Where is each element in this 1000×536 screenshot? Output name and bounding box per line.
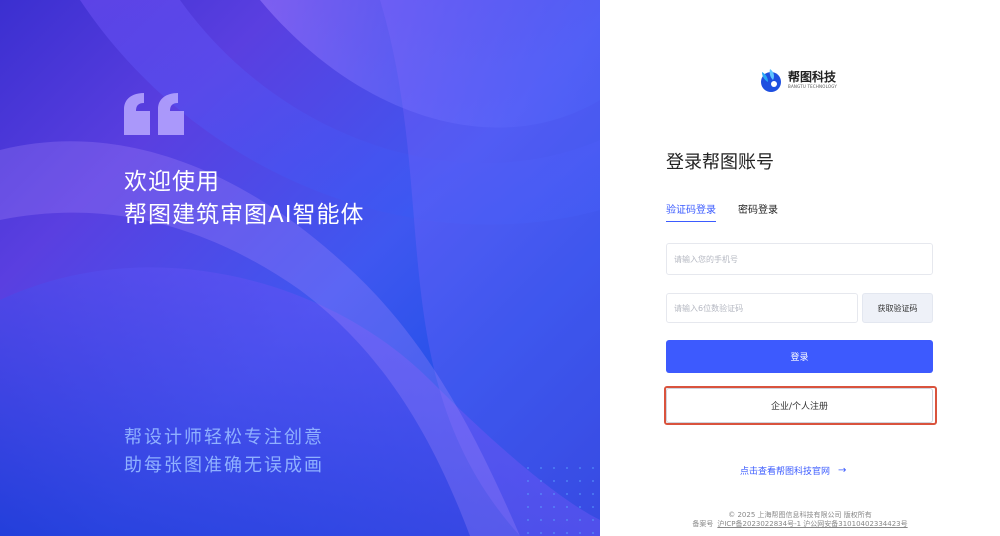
logo-name: 帮图科技	[788, 70, 837, 84]
login-button[interactable]: 登录	[666, 340, 933, 373]
welcome-line-2: 帮图建筑审图AI智能体	[124, 202, 365, 228]
tab-password-login[interactable]: 密码登录	[738, 201, 778, 222]
welcome-line-1: 欢迎使用	[124, 169, 220, 195]
slogan: 帮设计师轻松专注创意 助每张图准确无误成画	[124, 424, 324, 480]
tab-sms-login[interactable]: 验证码登录	[666, 201, 716, 222]
welcome-heading: 欢迎使用 帮图建筑审图AI智能体	[124, 166, 365, 232]
login-title: 登录帮图账号	[666, 152, 774, 173]
official-site-link[interactable]: 点击查看帮图科技官网 →	[740, 464, 846, 477]
record-label: 备案号	[692, 520, 714, 528]
verification-code-input[interactable]	[666, 293, 858, 323]
get-code-button[interactable]: 获取验证码	[862, 293, 933, 323]
bangtu-logo-icon	[761, 69, 781, 92]
logo-name-en: BANGTU TECHNOLOGY	[788, 84, 837, 89]
company-logo: 帮图科技 BANGTU TECHNOLOGY	[756, 66, 837, 94]
phone-input[interactable]	[666, 243, 933, 275]
record-info: 备案号 沪ICP备2023022834号-1 沪公网安备3101040233442…	[600, 519, 1000, 529]
register-button[interactable]: 企业/个人注册	[666, 388, 933, 423]
login-tabs: 验证码登录 密码登录	[666, 201, 800, 222]
slogan-line-1: 帮设计师轻松专注创意	[124, 427, 324, 448]
official-site-label: 点击查看帮图科技官网	[740, 467, 831, 477]
login-panel: 帮图科技 BANGTU TECHNOLOGY 登录帮图账号 验证码登录 密码登录…	[600, 0, 1000, 536]
slogan-line-2: 助每张图准确无误成画	[124, 455, 324, 476]
icp-link[interactable]: 沪ICP备2023022834号-1 沪公网安备31010402334423号	[717, 520, 907, 528]
hero-panel: 欢迎使用 帮图建筑审图AI智能体 帮设计师轻松专注创意 助每张图准确无误成画	[0, 0, 600, 536]
quote-mark-icon	[124, 93, 184, 135]
arrow-right-icon: →	[838, 465, 847, 476]
